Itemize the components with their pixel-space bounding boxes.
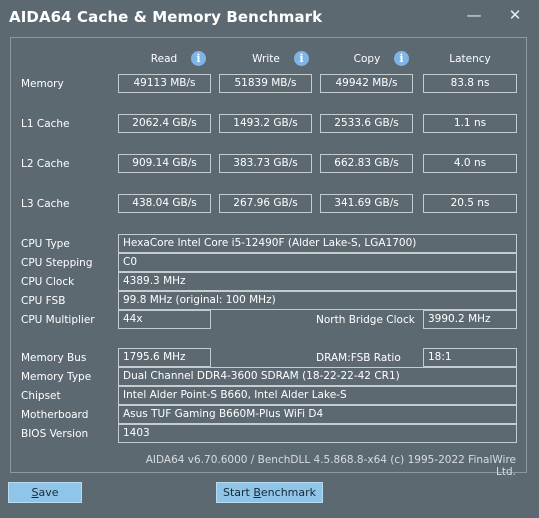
north-bridge-clock-label: North Bridge Clock [316,314,415,326]
start-accelerator: B [253,486,261,499]
l3-latency-value: 20.5 ns [423,194,517,213]
copy-info-icon[interactable]: i [394,51,409,66]
save-label-rest: ave [38,486,59,499]
row-label-l1-cache: L1 Cache [21,118,70,130]
l2-read-value: 909.14 GB/s [118,154,211,173]
l3-copy-value: 341.69 GB/s [320,194,413,213]
l3-write-value: 267.96 GB/s [219,194,312,213]
l1-copy-value: 2533.6 GB/s [320,114,413,133]
cpu-clock-value: 4389.3 MHz [118,272,517,291]
cpu-stepping-label: CPU Stepping [21,257,93,269]
window-title: AIDA64 Cache & Memory Benchmark [9,8,323,26]
cpu-type-label: CPU Type [21,238,70,250]
start-label-b: enchmark [260,486,317,499]
close-icon[interactable]: ✕ [507,7,523,23]
l3-read-value: 438.04 GB/s [118,194,211,213]
l2-latency-value: 4.0 ns [423,154,517,173]
row-label-memory: Memory [21,78,64,90]
bios-version-value: 1403 [118,424,517,443]
cpu-multiplier-value: 44x [118,310,211,329]
memory-write-value: 51839 MB/s [219,74,312,93]
memory-bus-value: 1795.6 MHz [118,348,211,367]
memory-type-value: Dual Channel DDR4-3600 SDRAM (18-22-22-4… [118,367,517,386]
cpu-fsb-value: 99.8 MHz (original: 100 MHz) [118,291,517,310]
row-label-l3-cache: L3 Cache [21,198,70,210]
chipset-label: Chipset [21,390,61,402]
memory-latency-value: 83.8 ns [423,74,517,93]
dram-fsb-ratio-value: 18:1 [423,348,517,367]
write-info-icon[interactable]: i [294,51,309,66]
read-info-icon[interactable]: i [191,51,206,66]
chipset-value: Intel Alder Point-S B660, Intel Alder La… [118,386,517,405]
l1-read-value: 2062.4 GB/s [118,114,211,133]
start-label-a: Start [222,486,254,499]
cpu-type-value: HexaCore Intel Core i5-12490F (Alder Lak… [118,234,517,253]
bios-version-label: BIOS Version [21,428,89,440]
cpu-multiplier-label: CPU Multiplier [21,314,95,326]
cpu-fsb-label: CPU FSB [21,295,66,307]
row-label-l2-cache: L2 Cache [21,158,70,170]
motherboard-label: Motherboard [21,409,89,421]
l1-latency-value: 1.1 ns [423,114,517,133]
l2-copy-value: 662.83 GB/s [320,154,413,173]
start-benchmark-button[interactable]: Start Benchmark [216,482,323,503]
cpu-clock-label: CPU Clock [21,276,75,288]
l2-write-value: 383.73 GB/s [219,154,312,173]
cpu-stepping-value: C0 [118,253,517,272]
memory-copy-value: 49942 MB/s [320,74,413,93]
motherboard-value: Asus TUF Gaming B660M-Plus WiFi D4 [118,405,517,424]
l1-write-value: 1493.2 GB/s [219,114,312,133]
title-bar: AIDA64 Cache & Memory Benchmark — ✕ [0,0,539,34]
dram-fsb-ratio-label: DRAM:FSB Ratio [316,352,401,364]
save-button[interactable]: Save [8,482,82,503]
memory-type-label: Memory Type [21,371,92,383]
memory-bus-label: Memory Bus [21,352,87,364]
north-bridge-clock-value: 3990.2 MHz [423,310,517,329]
memory-read-value: 49113 MB/s [118,74,211,93]
header-latency: Latency [449,53,491,65]
minimize-icon[interactable]: — [466,7,482,23]
version-footer: AIDA64 v6.70.6000 / BenchDLL 4.5.868.8-x… [145,454,516,478]
